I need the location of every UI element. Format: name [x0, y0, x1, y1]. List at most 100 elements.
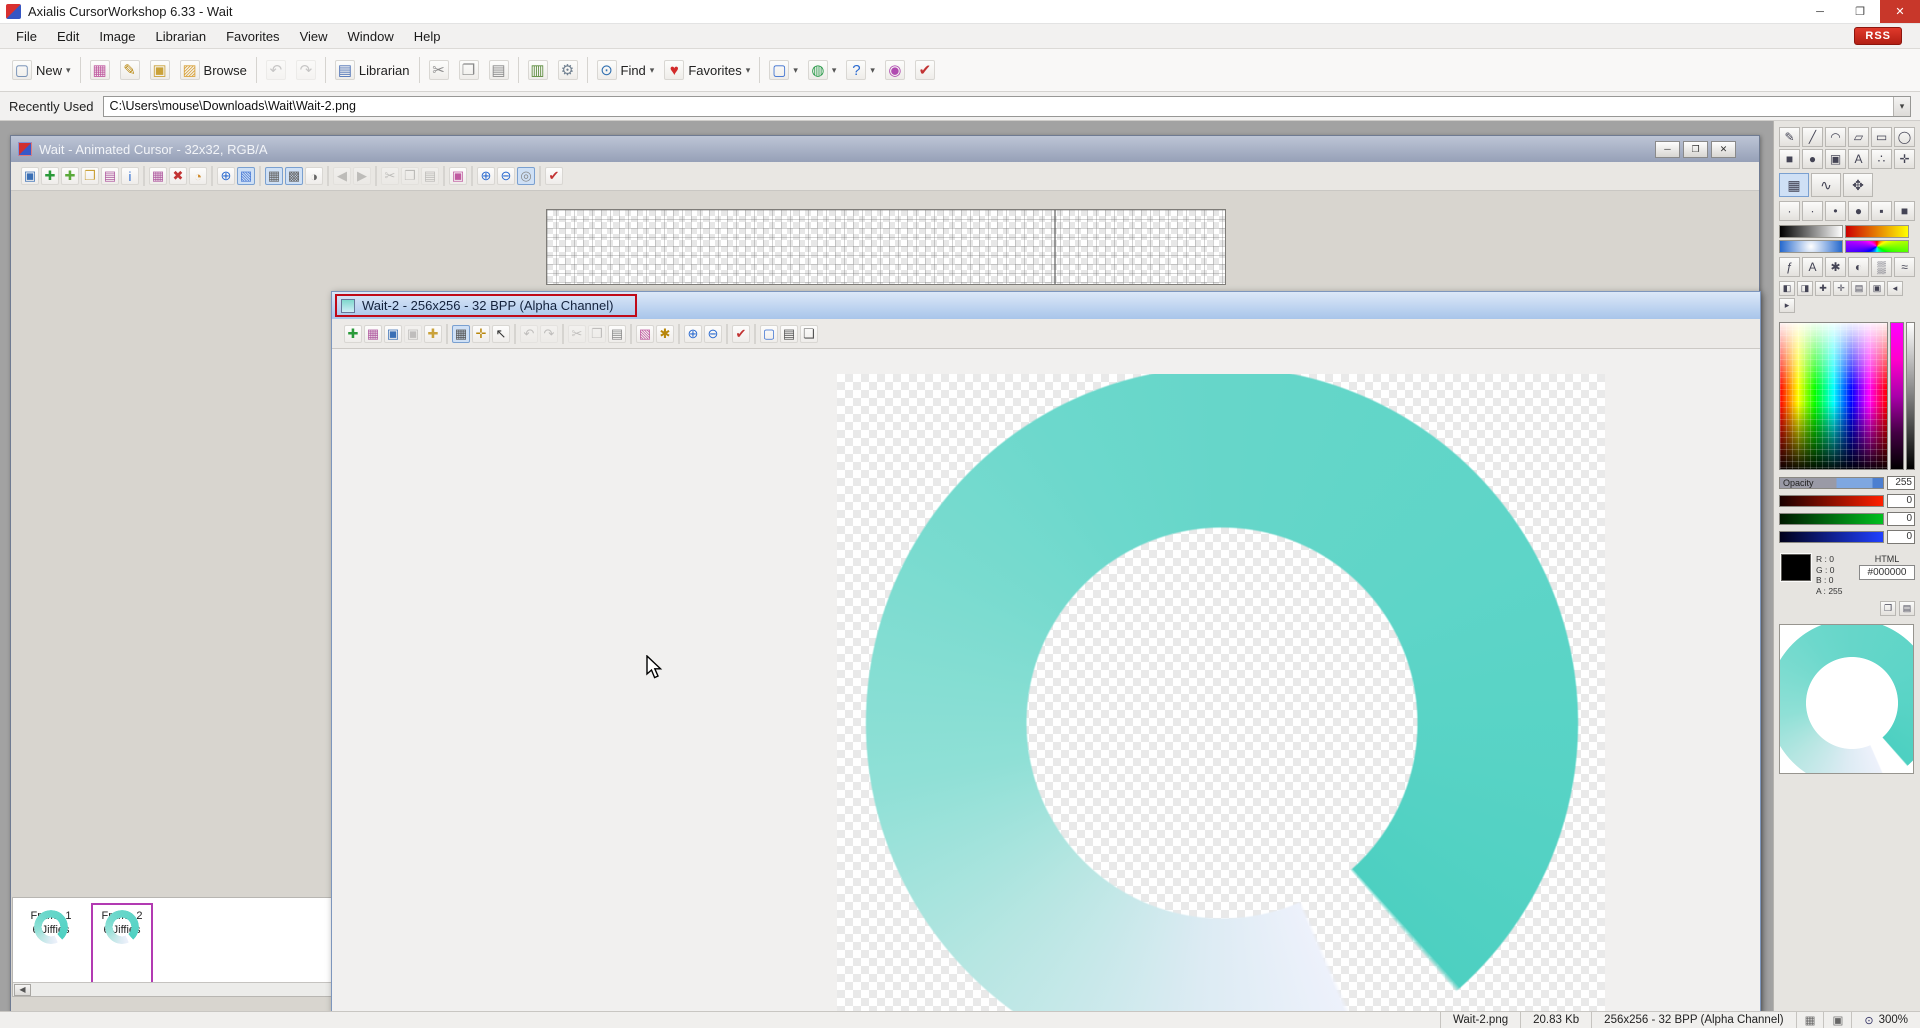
tool-fill-bucket[interactable]: ▣ — [1825, 149, 1846, 169]
new-button[interactable]: ▢ New ▾ — [7, 57, 76, 83]
tool-spray[interactable]: ∴ — [1871, 149, 1892, 169]
hand-tool-button[interactable]: ✛ — [471, 323, 491, 345]
default-colors-button[interactable]: ◨ — [1797, 281, 1813, 296]
web-button[interactable]: ◍ ▾ — [803, 57, 842, 83]
copy-button[interactable]: ❐ — [587, 323, 607, 345]
tool-move-selection[interactable]: ✥ — [1843, 173, 1873, 197]
scroll-left-icon[interactable]: ◀ — [14, 984, 31, 996]
tool-text[interactable]: A — [1848, 149, 1869, 169]
brush-size-2[interactable]: ∙ — [1802, 201, 1823, 221]
paste-frame-button[interactable]: ▤ — [420, 165, 440, 187]
screen-preview-button[interactable]: ▢ ▾ — [764, 57, 803, 83]
brush-size-5[interactable]: ▪ — [1871, 201, 1892, 221]
channel-value[interactable]: 0 — [1887, 530, 1915, 544]
sep[interactable] — [327, 166, 329, 186]
browse-button[interactable]: ▨ Browse — [175, 57, 252, 83]
frame-item[interactable]: Frame 1 6 Jiffies — [20, 903, 82, 991]
prev-palette-button[interactable]: ◂ — [1887, 281, 1903, 296]
status-grid-icon[interactable]: ▦ — [1796, 1012, 1824, 1028]
help-button[interactable]: ? ▾ — [841, 57, 880, 83]
redo-button[interactable]: ↷ — [291, 57, 321, 83]
pick-screen-color-button[interactable]: ✛ — [1833, 281, 1849, 296]
sep[interactable] — [726, 324, 728, 344]
menu-item[interactable]: File — [6, 26, 47, 47]
brush-size-4[interactable]: ● — [1848, 201, 1869, 221]
menu-item[interactable]: Help — [404, 26, 451, 47]
color-palette-grid[interactable] — [1779, 322, 1888, 470]
grayscale-column[interactable] — [1906, 322, 1915, 470]
select-mode-button[interactable]: ▧ — [236, 165, 256, 187]
sep[interactable] — [256, 57, 257, 83]
effect-sharpen-tool[interactable]: ✱ — [1825, 257, 1846, 277]
export-button[interactable]: ✚ — [423, 323, 443, 345]
tool-line[interactable]: ╱ — [1802, 127, 1823, 147]
add-frame-from-image-button[interactable]: ✚ — [60, 165, 80, 187]
tool-select-rectangle[interactable]: ▦ — [1779, 173, 1809, 197]
cut-frame-button[interactable]: ✂ — [380, 165, 400, 187]
frame-filmstrip[interactable] — [546, 209, 1226, 285]
swap-colors-button[interactable]: ◧ — [1779, 281, 1795, 296]
zoom-in-button[interactable]: ⊕ — [476, 165, 496, 187]
check-update-button[interactable]: ✔ — [910, 57, 940, 83]
screen-capture-button[interactable]: ▥ — [523, 57, 553, 83]
gradient-linear-tool[interactable] — [1779, 225, 1843, 238]
menu-item[interactable]: Window — [338, 26, 404, 47]
channel-value[interactable]: 0 — [1887, 494, 1915, 508]
tool-rectangle[interactable]: ▭ — [1871, 127, 1892, 147]
zoom-in-button[interactable]: ⊕ — [683, 323, 703, 345]
combo-dropdown-icon[interactable]: ▾ — [1893, 97, 1910, 116]
sep[interactable] — [514, 324, 516, 344]
grid-toggle-button[interactable]: ▦ — [451, 323, 471, 345]
recently-used-combobox[interactable]: C:\Users\mouse\Downloads\Wait\Wait-2.png… — [103, 96, 1911, 117]
sep[interactable] — [539, 166, 541, 186]
undo-button[interactable]: ↶ — [519, 323, 539, 345]
checker-background-button[interactable]: ▩ — [284, 165, 304, 187]
print-button[interactable]: ▤ — [779, 323, 799, 345]
open-image-editor-button[interactable]: ✎ — [115, 57, 145, 83]
sep[interactable] — [678, 324, 680, 344]
child-restore-button[interactable]: ❐ — [1683, 141, 1708, 158]
next-frame-button[interactable]: ▶ — [352, 165, 372, 187]
save-cursor-button[interactable]: ▣ — [20, 165, 40, 187]
sep[interactable] — [443, 166, 445, 186]
status-palette-icon[interactable]: ▣ — [1823, 1012, 1851, 1028]
status-zoom[interactable]: ⊙ 300% — [1851, 1012, 1920, 1028]
add-swatch-button[interactable]: ✚ — [1815, 281, 1831, 296]
duplicate-frame-button[interactable]: ❐ — [80, 165, 100, 187]
find-button[interactable]: ⊙ Find ▾ — [592, 57, 660, 83]
test-button[interactable]: ✔ — [544, 165, 564, 187]
tool-filled-rectangle[interactable]: ■ — [1779, 149, 1800, 169]
open-palette-button[interactable]: ▤ — [1851, 281, 1867, 296]
channel-slider[interactable] — [1779, 531, 1884, 543]
copy-color-button[interactable]: ❐ — [1880, 601, 1896, 616]
minimize-button[interactable]: ─ — [1800, 0, 1840, 23]
options-button[interactable]: ⚙ — [553, 57, 583, 83]
sep[interactable] — [419, 57, 420, 83]
sep[interactable] — [325, 57, 326, 83]
paste-color-button[interactable]: ▤ — [1899, 601, 1915, 616]
tool-curve[interactable]: ◠ — [1825, 127, 1846, 147]
menu-item[interactable]: Librarian — [146, 26, 217, 47]
gradient-spectrum-tool[interactable] — [1845, 240, 1909, 253]
effects-button[interactable]: ✱ — [655, 323, 675, 345]
sep[interactable] — [143, 166, 145, 186]
librarian-button[interactable]: ▤ Librarian — [330, 57, 415, 83]
screen-preview-button[interactable]: ▢ — [759, 323, 779, 345]
new-from-image-button[interactable]: ▦ — [85, 57, 115, 83]
pointer-tool-button[interactable]: ↖ — [491, 323, 511, 345]
cut-button[interactable]: ✂ — [567, 323, 587, 345]
magenta-column[interactable] — [1890, 322, 1904, 470]
save-as-button[interactable]: ▣ — [403, 323, 423, 345]
prev-frame-button[interactable]: ◀ — [332, 165, 352, 187]
gradient-color-tool[interactable] — [1845, 225, 1909, 238]
save-image-button[interactable]: ▣ — [383, 323, 403, 345]
html-color-value[interactable]: #000000 — [1859, 565, 1915, 580]
import-frames-button[interactable]: ▦ — [148, 165, 168, 187]
tool-color-picker[interactable]: ✛ — [1894, 149, 1915, 169]
opacity-slider[interactable]: Opacity — [1779, 477, 1884, 489]
add-frame-button[interactable]: ✚ — [40, 165, 60, 187]
cut-button[interactable]: ✂ — [424, 57, 454, 83]
brush-size-6[interactable]: ■ — [1894, 201, 1915, 221]
brush-size-1[interactable]: · — [1779, 201, 1800, 221]
paste-button[interactable]: ▤ — [607, 323, 627, 345]
